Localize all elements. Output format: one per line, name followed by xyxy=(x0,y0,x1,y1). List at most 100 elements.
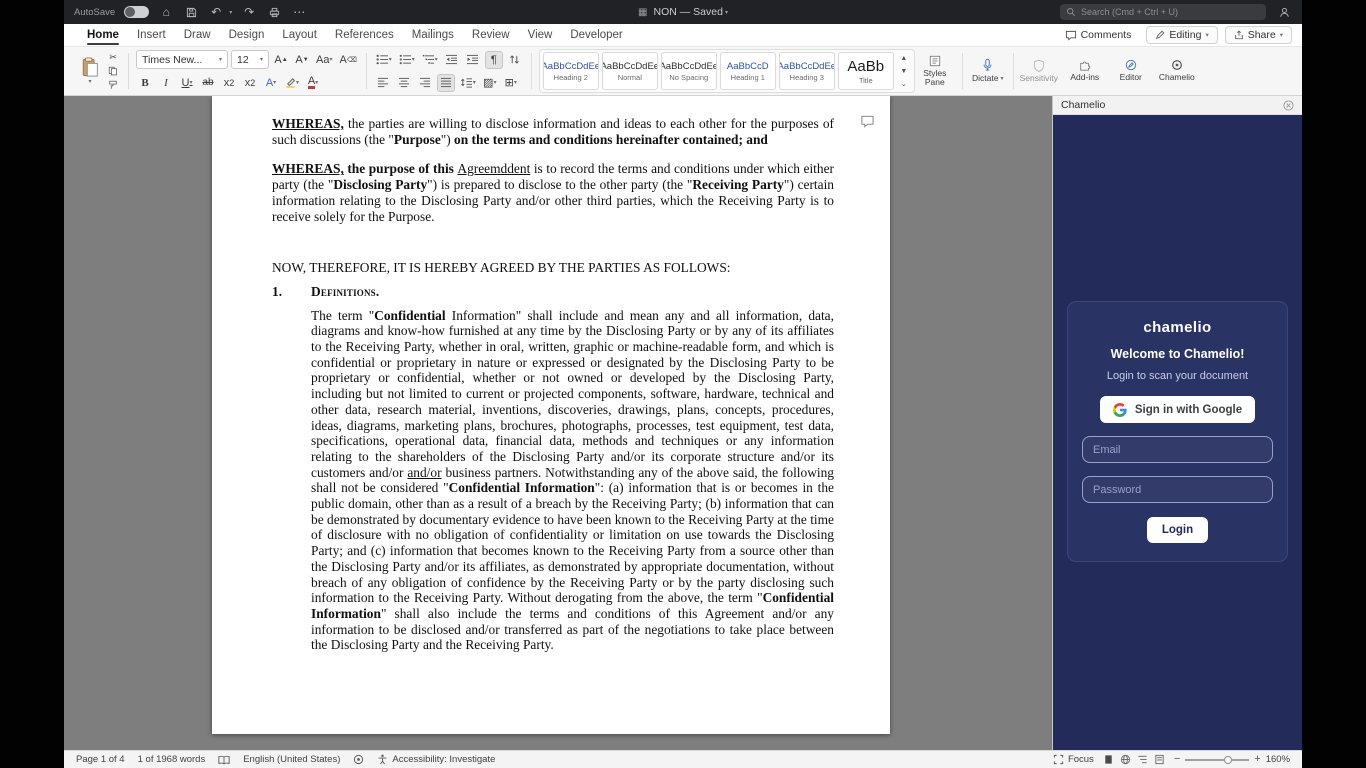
multilevel-list-button[interactable]: ▾ xyxy=(420,51,440,69)
text-effects-button[interactable]: A ▾ xyxy=(262,74,280,92)
email-field[interactable] xyxy=(1082,436,1273,463)
style-no-spacing[interactable]: AaBbCcDdEe No Spacing xyxy=(660,52,717,90)
more-commands-icon[interactable]: ⋯ xyxy=(291,4,307,20)
style-heading3[interactable]: AaBbCcDdEe Heading 3 xyxy=(778,52,835,90)
tab-references[interactable]: References xyxy=(326,26,403,45)
zoom-slider-knob[interactable] xyxy=(1223,755,1232,764)
style-heading1[interactable]: AaBbCcD Heading 1 xyxy=(719,52,776,90)
numbered-list-button[interactable]: ▾ xyxy=(397,51,417,69)
bold-button[interactable]: B xyxy=(136,74,154,92)
font-color-button[interactable]: A ▾ xyxy=(304,74,322,92)
shrink-font-button[interactable]: A ▼ xyxy=(293,51,311,69)
undo-icon[interactable]: ↶ xyxy=(208,4,224,20)
macro-record-icon[interactable] xyxy=(353,754,364,765)
paste-dropdown-icon[interactable]: ▾ xyxy=(88,78,91,85)
grow-font-button[interactable]: A ▲ xyxy=(272,51,290,69)
sensitivity-button[interactable]: Sensitivity xyxy=(1016,49,1062,93)
home-icon[interactable]: ⌂ xyxy=(158,4,174,20)
line-spacing-button[interactable]: ▾ xyxy=(458,74,478,92)
tab-design[interactable]: Design xyxy=(220,26,274,45)
subscript-button[interactable]: x2 xyxy=(220,74,238,92)
language-indicator[interactable]: English (United States) xyxy=(243,754,340,765)
copy-button[interactable] xyxy=(105,65,121,78)
search-input[interactable] xyxy=(1081,7,1260,17)
align-left-button[interactable] xyxy=(374,74,392,92)
indent-button[interactable] xyxy=(464,51,482,69)
document-page[interactable]: WHEREAS, the parties are willing to disc… xyxy=(212,96,890,734)
tab-insert[interactable]: Insert xyxy=(128,26,175,45)
share-button[interactable]: Share ▾ xyxy=(1224,26,1292,44)
tab-home[interactable]: Home xyxy=(78,26,128,45)
draft-view-button[interactable] xyxy=(1154,754,1165,765)
justify-button[interactable] xyxy=(436,73,455,92)
clear-formatting-button[interactable]: A ⌫ xyxy=(337,51,358,69)
editing-mode-button[interactable]: Editing ▾ xyxy=(1146,26,1218,44)
tab-draw[interactable]: Draw xyxy=(175,26,220,45)
paragraph-whereas-2[interactable]: WHEREAS, the purpose of this Agreemddent… xyxy=(272,161,834,224)
superscript-button[interactable]: x2 xyxy=(241,74,259,92)
paste-button[interactable]: ▾ xyxy=(75,50,105,92)
paragraph-whereas-1[interactable]: WHEREAS, the parties are willing to disc… xyxy=(272,116,834,147)
zoom-in-button[interactable]: + xyxy=(1254,754,1260,765)
styles-scroll-down-button[interactable]: ▼ xyxy=(897,65,911,77)
google-signin-button[interactable]: Sign in with Google xyxy=(1099,396,1256,423)
accessibility-status[interactable]: Accessibility: Investigate xyxy=(377,754,495,765)
tab-view[interactable]: View xyxy=(519,26,562,45)
highlight-button[interactable]: ▾ xyxy=(283,74,301,92)
sort-button[interactable] xyxy=(506,51,524,69)
heading-definitions[interactable]: 1. Definitions. xyxy=(272,284,834,300)
focus-mode-button[interactable]: Focus xyxy=(1053,754,1094,765)
autosave-toggle[interactable] xyxy=(124,6,150,18)
format-painter-button[interactable] xyxy=(105,79,121,92)
search-box[interactable] xyxy=(1060,4,1266,20)
tab-mailings[interactable]: Mailings xyxy=(403,26,463,45)
align-right-button[interactable] xyxy=(416,74,434,92)
zoom-out-button[interactable]: − xyxy=(1174,754,1180,765)
styles-scroll-up-button[interactable]: ▲ xyxy=(897,52,911,64)
cut-button[interactable]: ✂ xyxy=(105,51,121,64)
dictate-button[interactable]: Dictate ▾ xyxy=(965,49,1011,93)
login-button[interactable]: Login xyxy=(1146,517,1209,543)
outline-view-button[interactable] xyxy=(1137,754,1148,765)
styles-pane-button[interactable]: Styles Pane xyxy=(915,49,955,93)
document-canvas[interactable]: WHEREAS, the parties are willing to disc… xyxy=(64,96,1052,750)
save-icon[interactable] xyxy=(183,4,199,20)
addins-button[interactable]: Add-ins xyxy=(1062,49,1108,93)
web-layout-view-button[interactable] xyxy=(1120,754,1131,765)
page-count[interactable]: Page 1 of 4 xyxy=(76,754,125,765)
document-title-area[interactable]: ▦ NON — Saved ▾ xyxy=(638,6,728,18)
style-heading2[interactable]: AaBbCcDdEe Heading 2 xyxy=(542,52,599,90)
outdent-button[interactable] xyxy=(443,51,461,69)
document-text[interactable]: WHEREAS, the parties are willing to disc… xyxy=(272,116,834,653)
borders-button[interactable]: ⊞ ▾ xyxy=(502,74,520,92)
account-icon[interactable] xyxy=(1276,4,1292,20)
zoom-level[interactable]: 160% xyxy=(1266,754,1290,765)
style-normal[interactable]: AaBbCcDdEe Normal xyxy=(601,52,658,90)
word-count[interactable]: 1 of 1968 words xyxy=(138,754,206,765)
change-case-button[interactable]: Aa ▾ xyxy=(314,51,334,69)
underline-button[interactable]: U ▾ xyxy=(178,74,196,92)
show-paragraph-marks-button[interactable]: ¶ xyxy=(484,50,503,69)
strikethrough-button[interactable]: ab xyxy=(199,74,217,92)
print-layout-view-button[interactable] xyxy=(1103,754,1114,765)
title-dropdown-icon[interactable]: ▾ xyxy=(725,9,728,16)
panel-close-button[interactable] xyxy=(1283,99,1294,111)
password-field[interactable] xyxy=(1082,476,1273,503)
paragraph-now-therefore[interactable]: NOW, THEREFORE, IT IS HEREBY AGREED BY T… xyxy=(272,260,834,276)
proofing-book-icon[interactable] xyxy=(218,755,230,765)
styles-more-button[interactable]: ⌄ xyxy=(897,78,911,90)
font-name-select[interactable]: Times New... ▾ xyxy=(136,50,228,69)
editor-button[interactable]: Editor xyxy=(1108,49,1154,93)
comment-indicator-icon[interactable] xyxy=(857,112,877,130)
redo-icon[interactable]: ↷ xyxy=(241,4,257,20)
comments-button[interactable]: Comments xyxy=(1057,27,1140,43)
zoom-slider[interactable] xyxy=(1185,755,1250,765)
tab-review[interactable]: Review xyxy=(463,26,519,45)
align-center-button[interactable] xyxy=(395,74,413,92)
tab-developer[interactable]: Developer xyxy=(561,26,631,45)
bullet-list-button[interactable]: ▾ xyxy=(374,51,394,69)
paragraph-definitions[interactable]: The term "Confidential Information" shal… xyxy=(272,308,834,653)
font-size-select[interactable]: 12 ▾ xyxy=(231,50,269,69)
undo-dropdown-icon[interactable]: ▾ xyxy=(229,9,232,16)
print-icon[interactable] xyxy=(266,4,282,20)
